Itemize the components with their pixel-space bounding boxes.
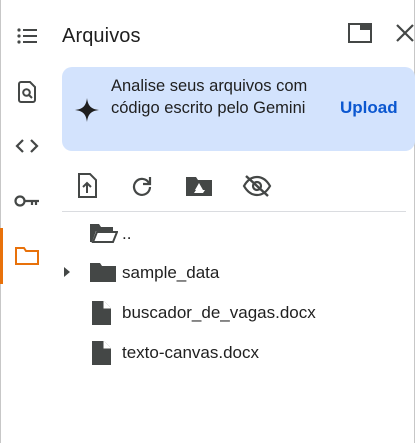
refresh-button[interactable]	[125, 170, 159, 202]
file-name: sample_data	[122, 263, 220, 282]
code-snippets-icon	[15, 139, 39, 153]
gemini-sparkle-icon	[75, 98, 99, 122]
folder-icon	[15, 247, 39, 265]
file-row-folder[interactable]: sample_data	[57, 253, 407, 291]
toolbar-divider	[62, 211, 406, 212]
key-icon	[14, 195, 39, 207]
file-name: ..	[122, 224, 132, 243]
expand-caret-icon[interactable]	[62, 266, 72, 278]
file-row-parent[interactable]: ..	[57, 214, 407, 252]
files-panel: Arquivos Analise seus arquivos com códig…	[0, 0, 415, 443]
files-button[interactable]	[0, 228, 53, 284]
panel-title: Arquivos	[62, 25, 141, 47]
open-in-tab-icon	[348, 23, 372, 43]
mount-drive-button[interactable]	[182, 170, 216, 202]
find-replace-button[interactable]	[1, 72, 53, 112]
folder-open-icon	[90, 224, 118, 243]
file-icon	[92, 341, 111, 365]
hide-icon	[242, 175, 272, 197]
file-icon	[92, 301, 111, 325]
table-of-contents-icon	[17, 28, 37, 44]
hide-files-button[interactable]	[240, 170, 274, 202]
gemini-card: Analise seus arquivos com código escrito…	[62, 67, 415, 151]
secrets-button[interactable]	[1, 181, 53, 221]
file-name: buscador_de_vagas.docx	[122, 303, 316, 322]
mount-drive-icon	[186, 177, 212, 196]
side-rail	[0, 0, 53, 443]
refresh-icon	[132, 177, 152, 196]
find-replace-icon	[18, 81, 36, 103]
upload-file-icon	[78, 173, 97, 198]
close-icon	[396, 24, 414, 42]
gemini-message: Analise seus arquivos com código escrito…	[111, 77, 308, 117]
upload-file-button[interactable]	[70, 170, 104, 202]
close-button[interactable]	[390, 18, 415, 48]
folder-icon	[90, 263, 116, 282]
code-snippets-button[interactable]	[1, 126, 53, 166]
open-in-tab-button[interactable]	[345, 18, 375, 48]
file-row-file[interactable]: buscador_de_vagas.docx	[57, 293, 407, 331]
table-of-contents-button[interactable]	[1, 16, 53, 56]
file-name: texto-canvas.docx	[122, 343, 260, 362]
file-row-file[interactable]: texto-canvas.docx	[57, 333, 407, 371]
upload-link[interactable]: Upload	[340, 98, 398, 118]
